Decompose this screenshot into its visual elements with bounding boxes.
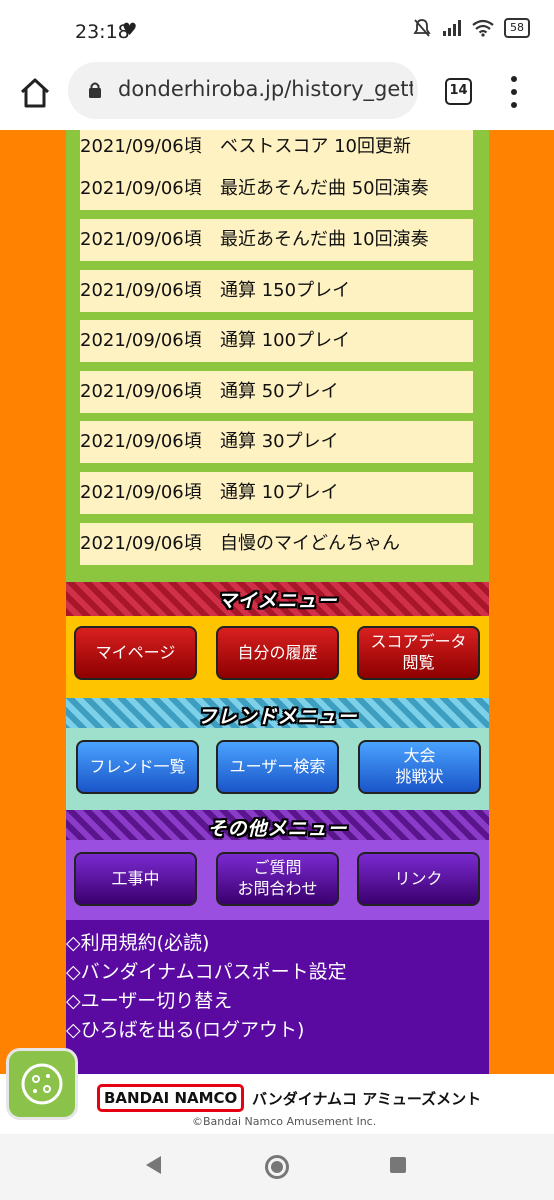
recent-apps-icon[interactable] — [390, 1157, 406, 1173]
history-item: 2021/09/06頃 自慢のマイどんちゃん — [80, 523, 473, 565]
status-bar: 23:18 ♥ 58 — [0, 0, 554, 60]
signal-icon — [443, 20, 461, 36]
friend-menu-section: フレンドメニュー フレンド一覧 ユーザー検索 大会 挑戦状 — [66, 698, 489, 810]
history-item: 2021/09/06頃 通算 50プレイ — [80, 371, 473, 413]
logout-link[interactable]: ◇ひろばを出る(ログアウト) — [66, 1015, 304, 1042]
contact-button[interactable]: ご質問 お問合わせ — [216, 852, 339, 906]
other-menu-section: その他メニュー 工事中 ご質問 お問合わせ リンク — [66, 810, 489, 920]
friend-menu-body: フレンド一覧 ユーザー検索 大会 挑戦状 — [66, 728, 489, 810]
other-menu-title: その他メニュー — [207, 817, 348, 840]
my-history-button[interactable]: 自分の履歴 — [216, 626, 339, 680]
score-data-button[interactable]: スコアデータ 閲覧 — [357, 626, 480, 680]
under-construction-button[interactable]: 工事中 — [74, 852, 197, 906]
mypage-button[interactable]: マイページ — [74, 626, 197, 680]
address-bar[interactable]: donderhiroba.jp/history_getti — [68, 62, 418, 119]
tournament-challenge-button[interactable]: 大会 挑戦状 — [358, 740, 481, 794]
page-content: 2021/09/06頃 ベストスコア 10回更新 2021/09/06頃 最近あそん… — [0, 130, 554, 1074]
link-button[interactable]: リンク — [357, 852, 480, 906]
history-item: 2021/09/06頃 通算 150プレイ — [80, 270, 473, 312]
user-search-button[interactable]: ユーザー検索 — [216, 740, 339, 794]
home-circle-icon[interactable] — [265, 1155, 289, 1179]
cookie-icon — [21, 1063, 63, 1105]
company-name: バンダイナムコ アミューズメント — [252, 1090, 482, 1108]
copyright: ©Bandai Namco Amusement Inc. — [192, 1115, 377, 1128]
my-menu-title: マイメニュー — [217, 589, 338, 612]
other-menu-body: 工事中 ご質問 お問合わせ リンク — [66, 840, 489, 920]
more-options-icon[interactable] — [507, 76, 521, 108]
status-icons: 58 — [412, 18, 530, 38]
my-menu-header: マイメニュー — [66, 582, 489, 616]
tabs-counter-button[interactable]: 14 — [445, 78, 472, 105]
back-icon[interactable] — [146, 1156, 161, 1174]
other-menu-header: その他メニュー — [66, 810, 489, 844]
friend-list-button[interactable]: フレンド一覧 — [76, 740, 199, 794]
terms-link[interactable]: ◇利用規約(必読) — [66, 928, 209, 955]
cookie-settings-button[interactable] — [6, 1048, 78, 1120]
mute-bell-icon — [413, 19, 431, 37]
passport-settings-link[interactable]: ◇バンダイナムコパスポート設定 — [66, 957, 347, 984]
home-icon[interactable] — [18, 76, 52, 110]
heart-icon: ♥ — [122, 20, 138, 40]
url-text: donderhiroba.jp/history_getti — [118, 77, 413, 101]
bandai-namco-banner[interactable]: BANDAI NAMCO バンダイナムコ アミューズメント ©Bandai Na… — [0, 1074, 554, 1134]
lock-icon — [89, 82, 101, 98]
system-nav-bar — [0, 1134, 554, 1200]
my-menu-body: マイページ 自分の履歴 スコアデータ 閲覧 — [66, 616, 489, 698]
history-item: 2021/09/06頃 通算 30プレイ — [80, 421, 473, 463]
history-item: 2021/09/06頃 最近あそんだ曲 50回演奏 — [80, 168, 473, 210]
bandai-namco-logo: BANDAI NAMCO — [97, 1084, 245, 1112]
wifi-icon — [472, 19, 494, 37]
switch-user-link[interactable]: ◇ユーザー切り替え — [66, 986, 232, 1013]
footer-links: ◇利用規約(必読) ◇バンダイナムコパスポート設定 ◇ユーザー切り替え ◇ひろば… — [66, 920, 489, 1074]
history-item: 2021/09/06頃 最近あそんだ曲 10回演奏 — [80, 219, 473, 261]
history-item: 2021/09/06頃 通算 100プレイ — [80, 320, 473, 362]
history-item: 2021/09/06頃 ベストスコア 10回更新 — [80, 130, 473, 168]
battery-icon: 58 — [504, 18, 530, 38]
friend-menu-header: フレンドメニュー — [66, 698, 489, 732]
history-item: 2021/09/06頃 通算 10プレイ — [80, 472, 473, 514]
friend-menu-title: フレンドメニュー — [197, 705, 358, 728]
browser-toolbar: donderhiroba.jp/history_getti 14 — [0, 60, 554, 130]
history-panel: 2021/09/06頃 ベストスコア 10回更新 2021/09/06頃 最近あそん… — [66, 130, 489, 582]
my-menu-section: マイメニュー マイページ 自分の履歴 スコアデータ 閲覧 — [66, 582, 489, 698]
